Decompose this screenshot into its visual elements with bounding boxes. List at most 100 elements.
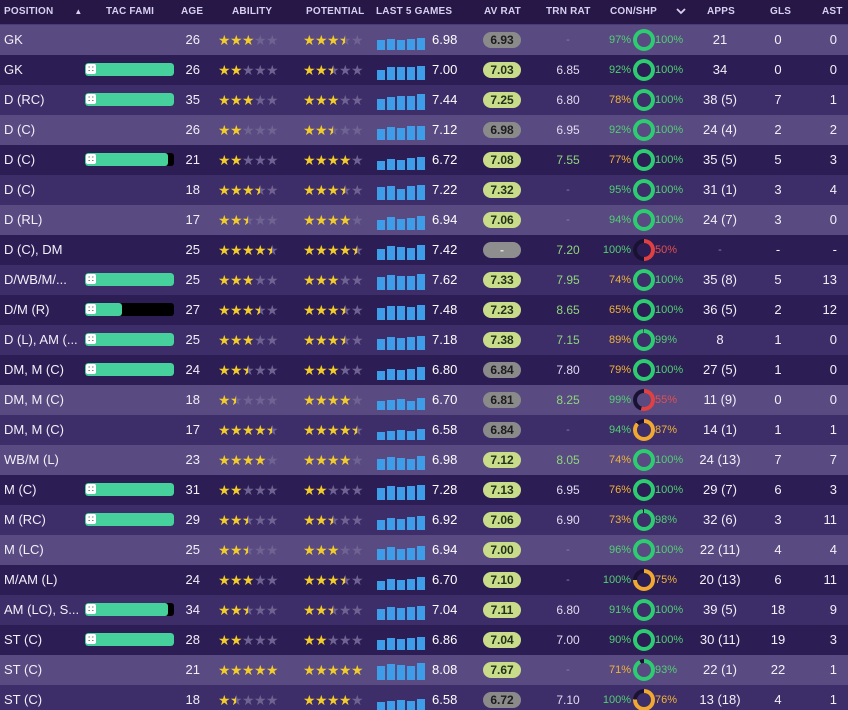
last-5-games-bar	[377, 609, 385, 620]
table-row[interactable]: GK∷26★★★★★★★★★★★7.007.036.8592%100%3400	[0, 55, 848, 85]
average-rating-badge: -	[483, 242, 521, 258]
ability-stars: ★★★★★	[218, 625, 279, 655]
condition-ring-icon	[633, 359, 655, 381]
star-icon: ★	[315, 452, 328, 468]
table-row[interactable]: GK26★★★★★★★★★★★6.986.93-97%100%2100	[0, 25, 848, 55]
last-5-games-bar	[397, 430, 405, 440]
ability-stars: ★★★★★	[218, 55, 279, 85]
assists-cell: 9	[829, 602, 837, 617]
table-row[interactable]: D (C)26★★★★★★★★★★★7.126.986.9592%100%24 …	[0, 115, 848, 145]
col-header-last-5-games[interactable]: LAST 5 GAMES	[376, 0, 452, 24]
table-row[interactable]: M (LC)25★★★★★★★★★★★6.947.00-96%100%22 (1…	[0, 535, 848, 565]
ability-stars: ★★★★★	[218, 145, 279, 175]
training-rating: 7.80	[556, 363, 580, 377]
star-half-icon: ★★	[327, 62, 340, 78]
col-header-gls[interactable]: GLS	[770, 0, 791, 24]
assists-cell: 2	[829, 122, 837, 137]
match-sharpness-percent: 93%	[655, 664, 678, 676]
table-row[interactable]: DM, M (C)∷24★★★★★★★★★★★6.806.847.8079%10…	[0, 355, 848, 385]
star-icon: ★	[218, 512, 231, 528]
last-5-average: 7.04	[432, 602, 458, 617]
table-row[interactable]: D (C) ∷ 21 ★★★★★ ★★★★★ 6.72 7.08 7.55 77% 100% 35 …	[0, 145, 848, 175]
potential-stars: ★★★★★	[303, 355, 364, 385]
last-5-games-bar	[377, 640, 385, 650]
table-row[interactable]: ST (C) 21 ★★★★★ ★★★★★ 8.08 7.67-71% 93% 22 (1) 2…	[0, 655, 848, 685]
apps-cell: 24 (7)	[703, 212, 737, 227]
training-rating: -	[566, 544, 570, 556]
col-header-potential[interactable]: POTENTIAL	[306, 0, 364, 24]
star-half-icon: ★★	[327, 512, 340, 528]
star-empty-icon: ★	[254, 602, 267, 618]
tactical-familiarity-bar: ∷	[85, 363, 174, 376]
condition-percent: 100%	[602, 574, 631, 586]
table-row[interactable]: ST (C)18★★★★★★★★★★★6.586.727.10100%76%13…	[0, 685, 848, 710]
last-5-games-bar	[407, 517, 415, 530]
ability-stars: ★★★★★★	[218, 415, 279, 445]
last-5-games-bar	[387, 39, 395, 50]
col-header-age[interactable]: AGE	[181, 0, 203, 24]
star-icon: ★	[315, 572, 328, 588]
apps-cell: 24 (13)	[699, 452, 741, 467]
match-sharpness-percent: 100%	[655, 304, 684, 316]
star-empty-icon: ★	[339, 482, 352, 498]
position-cell: ST (C)	[4, 632, 43, 647]
table-row[interactable]: M (RC)∷29★★★★★★★★★★★★6.927.066.9073%98%3…	[0, 505, 848, 535]
star-icon: ★	[303, 452, 316, 468]
last-5-games-bar	[387, 246, 395, 260]
col-header-trn-rat[interactable]: TRN RAT	[546, 0, 591, 24]
star-icon: ★	[327, 332, 340, 348]
star-half-icon: ★★	[266, 242, 279, 258]
average-rating-badge: 6.81	[483, 392, 521, 408]
average-rating-badge: 7.11	[483, 602, 521, 618]
col-header-tac-fami[interactable]: TAC FAMI	[106, 0, 154, 24]
star-empty-icon: ★	[266, 32, 279, 48]
table-row[interactable]: M/AM (L)24★★★★★★★★★★★6.707.10-100%75%20 …	[0, 565, 848, 595]
assists-cell: 0	[829, 32, 837, 47]
sort-ascending-icon[interactable]: ▲	[74, 7, 82, 16]
table-row[interactable]: D (C)18★★★★★★★★★★★★7.227.32-95%100%31 (1…	[0, 175, 848, 205]
age-cell: 28	[185, 632, 200, 647]
star-empty-icon: ★	[351, 92, 364, 108]
table-row[interactable]: AM (LC), S...∷34★★★★★★★★★★★★7.047.116.80…	[0, 595, 848, 625]
apps-cell: -	[718, 244, 722, 256]
col-header-apps[interactable]: APPS	[707, 0, 735, 24]
table-row[interactable]: D (L), AM (...∷25★★★★★★★★★★★7.187.387.15…	[0, 325, 848, 355]
last-5-games-bar	[387, 97, 395, 110]
tactics-board-icon: ∷	[86, 274, 96, 284]
goals-cell: 5	[774, 152, 782, 167]
table-row[interactable]: D (RL)17★★★★★★★★★★★6.947.06-94%100%24 (7…	[0, 205, 848, 235]
star-icon: ★	[230, 482, 243, 498]
last-5-games-chart	[377, 632, 431, 650]
last-5-games-bar	[407, 401, 415, 410]
col-header-position[interactable]: POSITION ▲	[4, 0, 83, 24]
goals-cell: 7	[774, 452, 782, 467]
potential-stars: ★★★★★★	[303, 25, 364, 55]
position-cell: DM, M (C)	[4, 362, 64, 377]
ability-stars: ★★★★★	[218, 85, 279, 115]
table-row[interactable]: D/WB/M/... ∷ 25 ★★★★★ ★★★★★ 7.62 7.33 7.95 74% 10…	[0, 265, 848, 295]
star-empty-icon: ★	[266, 332, 279, 348]
table-row[interactable]: D (RC) ∷ 35 ★★★★★ ★★★★★ 7.44 7.25 6.80 78% 100% 38…	[0, 85, 848, 115]
table-row[interactable]: D/M (R)∷27★★★★★★★★★★★★7.487.238.6565%100…	[0, 295, 848, 325]
potential-stars: ★★★★★★	[303, 235, 364, 265]
star-empty-icon: ★	[242, 122, 255, 138]
last-5-average: 6.98	[432, 452, 458, 467]
table-row[interactable]: DM, M (C)18★★★★★★★★★★★6.706.818.2599%55%…	[0, 385, 848, 415]
table-row[interactable]: WB/M (L) 23 ★★★★★ ★★★★★ 6.98 7.12 8.05 74% 100% 2…	[0, 445, 848, 475]
star-icon: ★	[303, 242, 316, 258]
col-header-ast[interactable]: AST	[822, 0, 843, 24]
col-header-con-shp[interactable]: CON/SHP	[610, 0, 657, 24]
star-icon: ★	[218, 122, 231, 138]
table-row[interactable]: M (C) ∷ 31 ★★★★★ ★★★★★ 7.28 7.13 6.95 76% 100% 29 …	[0, 475, 848, 505]
chevron-down-icon[interactable]	[676, 0, 686, 24]
col-header-ability[interactable]: ABILITY	[232, 0, 272, 24]
table-row[interactable]: DM, M (C)17★★★★★★★★★★★★6.586.84-94%87%14…	[0, 415, 848, 445]
ability-stars: ★★★★★★	[218, 685, 279, 710]
table-row[interactable]: D (C), DM25★★★★★★★★★★★★7.42-7.20100%50%-…	[0, 235, 848, 265]
age-cell: 34	[185, 602, 200, 617]
table-row[interactable]: ST (C) ∷ 28 ★★★★★ ★★★★★ 6.86 7.04 7.00 90% 100% 30…	[0, 625, 848, 655]
star-icon: ★	[230, 452, 243, 468]
col-header-av-rat[interactable]: AV RAT	[484, 0, 521, 24]
age-cell: 18	[185, 182, 200, 197]
star-empty-icon: ★	[254, 512, 267, 528]
